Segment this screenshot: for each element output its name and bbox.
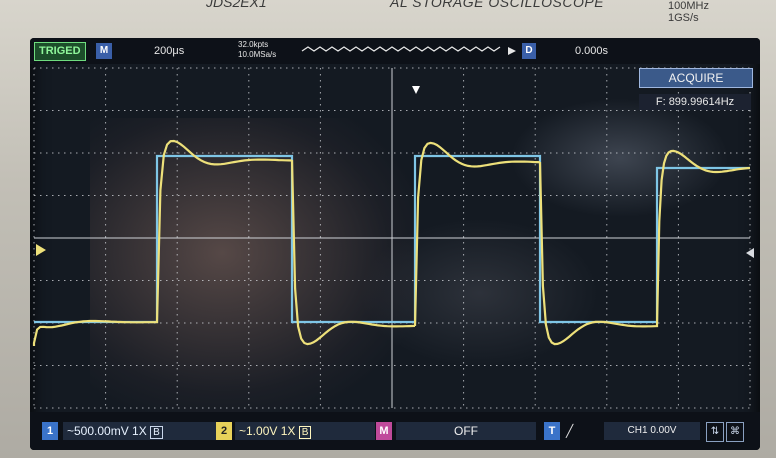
delay-key[interactable]: D: [522, 43, 536, 59]
memory-position-indicator: [301, 46, 516, 55]
bandwidth-spec: 100MHz: [668, 0, 709, 12]
graticule: [33, 67, 751, 409]
trigger-position-marker: [412, 86, 420, 94]
channel-2-scale-text: ~1.00V 1X: [239, 424, 296, 438]
acquire-mode-button[interactable]: ACQUIRE: [639, 68, 753, 88]
spec-label: 100MHz 1GS/s: [668, 0, 709, 24]
model-label: JDS2EX1: [206, 0, 267, 10]
channel-marker: [36, 244, 46, 256]
trigger-badge[interactable]: T: [544, 422, 560, 440]
network-icon: ⌘: [726, 422, 744, 442]
bandwidth-limit-icon: B: [150, 426, 163, 439]
math-state[interactable]: OFF: [396, 422, 536, 440]
sample-spec: 1GS/s: [668, 12, 699, 24]
device-title: AL STORAGE OSCILLOSCOPE: [390, 0, 605, 10]
channel-1-badge[interactable]: 1: [42, 422, 58, 440]
trigger-level-readout[interactable]: CH1 0.00V: [604, 422, 700, 440]
channel-1-scale-text: ~500.00mV 1X: [67, 424, 147, 438]
delay-readout: 0.000s: [575, 45, 609, 57]
bandwidth-limit-icon: B: [298, 426, 312, 439]
math-badge[interactable]: M: [376, 422, 392, 440]
channel-2-badge[interactable]: 2: [216, 422, 232, 440]
scope-screen: TRIGED M 200μs 32.0kpts 10.0MSa/s D 0.00…: [30, 38, 760, 450]
channel-2-scale[interactable]: ~1.00V 1X B: [235, 422, 375, 440]
usb-icon: ⇅: [706, 422, 724, 442]
frequency-readout: F: 899.99614Hz: [639, 94, 751, 110]
rising-edge-icon: ╱: [566, 424, 574, 438]
channel-1-scale[interactable]: ~500.00mV 1X B: [63, 422, 217, 440]
